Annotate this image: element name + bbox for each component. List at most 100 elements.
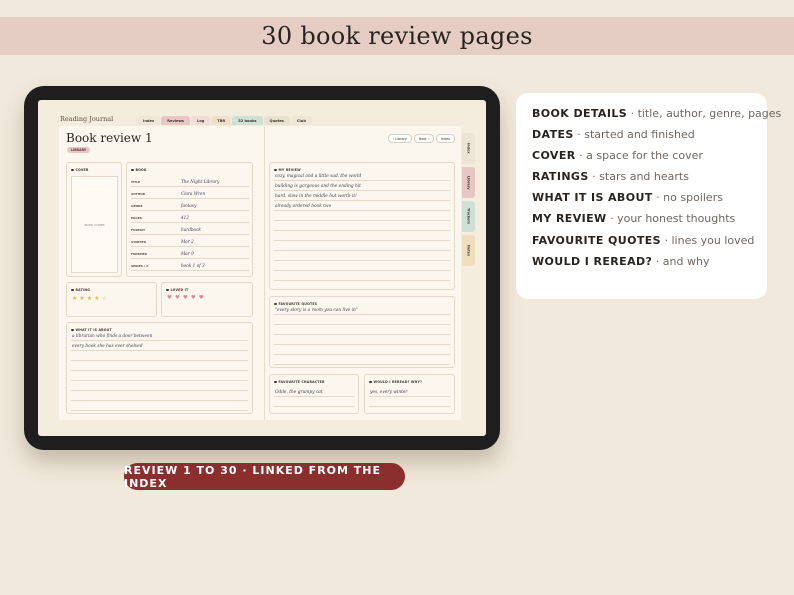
heart-icon[interactable]: ♥: [183, 295, 188, 301]
cover-label: COVER: [71, 168, 89, 172]
feature-desc: · your honest thoughts: [606, 212, 736, 226]
about-line[interactable]: [71, 361, 248, 371]
review-line[interactable]: [274, 271, 450, 281]
star-icon[interactable]: ★: [94, 295, 99, 302]
heart-icon[interactable]: ♥: [199, 295, 204, 301]
book-field-key: FINISHED: [131, 252, 148, 256]
library-badge[interactable]: LIBRARY: [67, 147, 91, 153]
review-line[interactable]: [274, 261, 450, 271]
character-line[interactable]: Odile, the grumpy cat: [274, 387, 354, 397]
reread-label: WOULD I REREAD? WHY?: [369, 380, 422, 384]
top-tab-52-books[interactable]: 52 books: [232, 116, 263, 125]
review-page: Book review 1 LIBRARY ‹ Library Next › I…: [59, 126, 461, 420]
heart-icon[interactable]: ♥: [175, 295, 180, 301]
next-nav-button[interactable]: Next ›: [413, 134, 434, 143]
quote-line[interactable]: "every story is a room you can live in": [274, 305, 450, 315]
cta-badge: REVIEW 1 TO 30 · LINKED FROM THE INDEX: [124, 463, 405, 490]
book-field-key: GENRE: [131, 204, 143, 208]
about-line[interactable]: [71, 401, 248, 411]
quote-line[interactable]: [274, 335, 450, 345]
side-tab-notes[interactable]: Notes: [462, 235, 475, 266]
feature-title: FAVOURITE QUOTES: [532, 233, 662, 247]
feature-title: WHAT IT IS ABOUT: [532, 191, 653, 205]
reread-value: yes, every winter: [370, 389, 408, 395]
book-field-row[interactable]: AUTHOR Clara Wren: [131, 187, 249, 199]
about-line[interactable]: [71, 371, 248, 381]
star-icon[interactable]: ★: [87, 295, 92, 302]
review-line[interactable]: [274, 231, 450, 241]
star-icon[interactable]: ★: [72, 295, 77, 302]
side-tab-index[interactable]: Index: [462, 133, 475, 164]
page-divider: [264, 126, 265, 420]
tablet-screen: Reading Journal Index Reviews Log TBR 52 boo…: [38, 100, 486, 436]
reread-line-blank[interactable]: [369, 397, 450, 407]
heart-icon[interactable]: ♥: [191, 295, 196, 301]
library-nav-button[interactable]: ‹ Library: [387, 134, 412, 143]
book-field-key: TITLE: [131, 180, 141, 184]
quote-line[interactable]: [274, 355, 450, 365]
character-line-blank[interactable]: [274, 397, 354, 407]
review-line[interactable]: already ordered book two: [274, 201, 450, 211]
about-section: WHAT IT IS ABOUT a librarian who finds a…: [66, 322, 253, 414]
about-text: a librarian who finds a door between: [72, 333, 153, 339]
review-line[interactable]: [274, 221, 450, 231]
feature-item: FAVOURITE QUOTES · lines you loved: [532, 233, 754, 247]
book-field-row[interactable]: PAGES 412: [131, 211, 249, 223]
cover-section: COVER BOOK COVER: [66, 162, 122, 277]
feature-desc: · no spoilers: [652, 191, 723, 205]
feature-item: WOULD I REREAD? · and why: [532, 255, 751, 268]
tablet-frame: Reading Journal Index Reviews Log TBR 52 boo…: [24, 86, 500, 450]
heart-icon[interactable]: ♥: [167, 295, 172, 301]
top-tab-club[interactable]: Club: [290, 116, 312, 125]
book-label: BOOK: [131, 168, 147, 172]
book-field-row[interactable]: TITLE The Night Library: [131, 175, 249, 187]
review-line[interactable]: cozy, magical and a little sad. the worl…: [274, 171, 450, 181]
feature-item: DATES · started and finished: [532, 128, 751, 141]
loved-it-section: LOVED IT ♥ ♥ ♥ ♥ ♥: [161, 282, 253, 317]
side-tab-trackers[interactable]: Trackers: [462, 201, 475, 232]
review-line[interactable]: hard. slow in the middle but worth it!: [274, 191, 450, 201]
book-field-row[interactable]: GENRE fantasy: [131, 199, 249, 211]
top-tab-quotes[interactable]: Quotes: [263, 116, 290, 125]
top-tab-index[interactable]: Index: [137, 116, 161, 125]
journal-title: Reading Journal: [60, 115, 114, 123]
quote-line[interactable]: [274, 345, 450, 355]
star-rating[interactable]: ★ ★ ★ ★ ☆: [72, 295, 107, 302]
top-tab-tbr[interactable]: TBR: [211, 116, 232, 125]
top-tab-log[interactable]: Log: [190, 116, 211, 125]
review-line[interactable]: [274, 241, 450, 251]
book-field-row[interactable]: SERIES / # book 1 of 3: [131, 259, 249, 271]
star-icon[interactable]: ★: [79, 295, 84, 302]
book-field-row[interactable]: FORMAT hardback: [131, 223, 249, 235]
about-line[interactable]: [71, 391, 248, 401]
quote-line[interactable]: [274, 325, 450, 335]
about-line[interactable]: [71, 351, 248, 361]
review-line[interactable]: building is gorgeous and the ending hit: [274, 181, 450, 191]
my-review-section: MY REVIEW cozy, magical and a little sad…: [269, 162, 455, 290]
top-tab-reviews[interactable]: Reviews: [161, 116, 190, 125]
reread-line[interactable]: yes, every winter: [369, 387, 450, 397]
star-icon[interactable]: ☆: [102, 295, 107, 302]
book-field-row[interactable]: STARTED Mar 2: [131, 235, 249, 247]
book-field-key: AUTHOR: [131, 192, 146, 196]
review-text: hard. slow in the middle but worth it!: [275, 193, 357, 199]
header-banner: 30 book review pages: [0, 17, 794, 55]
review-line[interactable]: [274, 211, 450, 221]
about-line[interactable]: [71, 381, 248, 391]
quote-text: "every story is a room you can live in": [275, 307, 358, 313]
side-tab-library[interactable]: Library: [462, 167, 475, 198]
about-line[interactable]: every book she has ever shelved: [71, 341, 248, 351]
feature-item: WHAT IT IS ABOUT · no spoilers: [532, 191, 751, 204]
book-field-key: STARTED: [131, 240, 147, 244]
cover-placeholder[interactable]: BOOK COVER: [71, 176, 118, 273]
index-nav-button[interactable]: Index: [435, 134, 455, 143]
heart-rating[interactable]: ♥ ♥ ♥ ♥ ♥: [167, 295, 204, 301]
feature-title: WOULD I REREAD?: [532, 254, 653, 268]
about-line[interactable]: a librarian who finds a door between: [71, 331, 248, 341]
review-line[interactable]: [274, 251, 450, 261]
review-text: building is gorgeous and the ending hit: [275, 183, 361, 189]
quote-line[interactable]: [274, 315, 450, 325]
book-field-row[interactable]: FINISHED Mar 9: [131, 247, 249, 259]
character-label: FAVOURITE CHARACTER: [274, 380, 325, 384]
quotes-section: FAVOURITE QUOTES "every story is a room …: [269, 296, 455, 368]
